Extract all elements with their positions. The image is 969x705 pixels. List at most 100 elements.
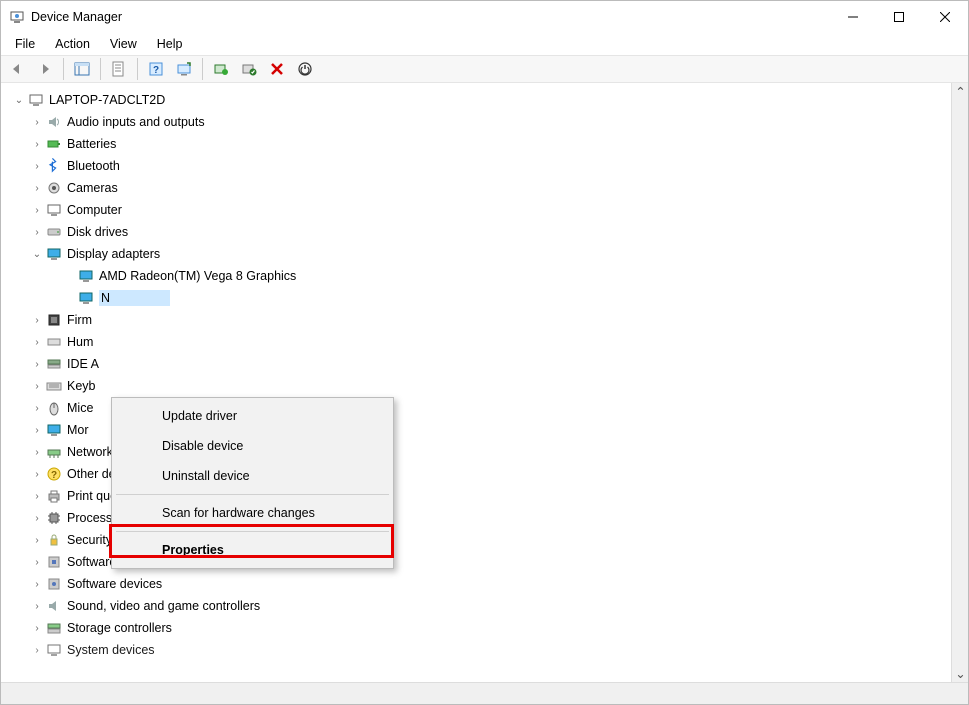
tree-item-selected-gpu[interactable]: N: [5, 287, 951, 309]
chevron-right-icon[interactable]: ›: [29, 576, 45, 592]
enable-device-toolbar-button[interactable]: [293, 57, 317, 81]
expander-icon[interactable]: ⌄: [11, 92, 27, 108]
tree-item-computer[interactable]: ›Computer: [5, 199, 951, 221]
chevron-right-icon[interactable]: ›: [29, 378, 45, 394]
properties-button[interactable]: [107, 57, 131, 81]
battery-icon: [45, 135, 63, 153]
tree-item-firmware[interactable]: ›Firm: [5, 309, 951, 331]
context-menu-separator: [116, 531, 389, 532]
tree-item-audio[interactable]: ›Audio inputs and outputs: [5, 111, 951, 133]
chevron-right-icon[interactable]: ›: [29, 642, 45, 658]
status-bar: [1, 682, 968, 704]
window-title: Device Manager: [31, 10, 122, 24]
chevron-right-icon[interactable]: ›: [29, 224, 45, 240]
menu-view[interactable]: View: [100, 35, 147, 53]
tree-root[interactable]: ⌄ LAPTOP-7ADCLT2D: [5, 89, 951, 111]
camera-icon: [45, 179, 63, 197]
close-button[interactable]: [922, 1, 968, 33]
tree-item-sound-video[interactable]: ›Sound, video and game controllers: [5, 595, 951, 617]
tree-item-cameras[interactable]: ›Cameras: [5, 177, 951, 199]
firmware-icon: [45, 311, 63, 329]
app-icon: [9, 9, 25, 25]
tree-item-display-adapters[interactable]: ⌄Display adapters: [5, 243, 951, 265]
tree-item-keyboards[interactable]: ›Keyb: [5, 375, 951, 397]
chevron-right-icon[interactable]: ›: [29, 554, 45, 570]
tree-item-disk-drives[interactable]: ›Disk drives: [5, 221, 951, 243]
display-icon: [77, 267, 95, 285]
keyboard-icon: [45, 377, 63, 395]
minimize-button[interactable]: [830, 1, 876, 33]
update-driver-toolbar-button[interactable]: [209, 57, 233, 81]
chevron-right-icon[interactable]: ›: [29, 598, 45, 614]
title-bar: Device Manager: [1, 1, 968, 33]
disable-device-toolbar-button[interactable]: [237, 57, 261, 81]
ctx-properties[interactable]: Properties: [114, 535, 391, 565]
computer-root-icon: [27, 91, 45, 109]
menu-bar: File Action View Help: [1, 33, 968, 55]
tree-item-amd-radeon[interactable]: AMD Radeon(TM) Vega 8 Graphics: [5, 265, 951, 287]
tree-root-label: LAPTOP-7ADCLT2D: [49, 93, 165, 107]
scan-hardware-button[interactable]: [172, 57, 196, 81]
forward-button[interactable]: [33, 57, 57, 81]
context-menu-separator: [116, 494, 389, 495]
menu-file[interactable]: File: [5, 35, 45, 53]
back-button[interactable]: [5, 57, 29, 81]
chevron-right-icon[interactable]: ›: [29, 312, 45, 328]
tree-item-bluetooth[interactable]: ›Bluetooth: [5, 155, 951, 177]
tree-item-system[interactable]: ›System devices: [5, 639, 951, 661]
uninstall-device-toolbar-button[interactable]: [265, 57, 289, 81]
display-icon: [77, 289, 95, 307]
display-icon: [45, 245, 63, 263]
chevron-right-icon[interactable]: ›: [29, 488, 45, 504]
help-button[interactable]: ?: [144, 57, 168, 81]
ctx-update-driver[interactable]: Update driver: [114, 401, 391, 431]
chevron-down-icon[interactable]: ⌄: [29, 246, 45, 262]
chevron-right-icon[interactable]: ›: [29, 532, 45, 548]
tree-item-software-devices[interactable]: ›Software devices: [5, 573, 951, 595]
mouse-icon: [45, 399, 63, 417]
maximize-button[interactable]: [876, 1, 922, 33]
device-tree[interactable]: ⌄ LAPTOP-7ADCLT2D ›Audio inputs and outp…: [1, 83, 951, 682]
ctx-scan-hardware[interactable]: Scan for hardware changes: [114, 498, 391, 528]
chevron-right-icon[interactable]: ›: [29, 400, 45, 416]
vertical-scrollbar[interactable]: ⌃ ⌄: [951, 83, 968, 682]
chevron-right-icon[interactable]: ›: [29, 136, 45, 152]
bluetooth-icon: [45, 157, 63, 175]
scroll-up-button[interactable]: ⌃: [952, 83, 969, 100]
chevron-right-icon[interactable]: ›: [29, 202, 45, 218]
chevron-right-icon[interactable]: ›: [29, 158, 45, 174]
tree-item-storage[interactable]: ›Storage controllers: [5, 617, 951, 639]
tree-item-ide[interactable]: ›IDE A: [5, 353, 951, 375]
chevron-right-icon[interactable]: ›: [29, 114, 45, 130]
chevron-right-icon[interactable]: ›: [29, 444, 45, 460]
chevron-right-icon[interactable]: ›: [29, 334, 45, 350]
menu-help[interactable]: Help: [147, 35, 193, 53]
software-device-icon: [45, 575, 63, 593]
svg-text:?: ?: [51, 470, 57, 481]
chevron-right-icon[interactable]: ›: [29, 180, 45, 196]
disk-icon: [45, 223, 63, 241]
security-icon: [45, 531, 63, 549]
svg-text:?: ?: [153, 65, 159, 76]
chevron-right-icon[interactable]: ›: [29, 422, 45, 438]
software-component-icon: [45, 553, 63, 571]
tree-item-batteries[interactable]: ›Batteries: [5, 133, 951, 155]
chevron-right-icon[interactable]: ›: [29, 510, 45, 526]
chevron-right-icon[interactable]: ›: [29, 620, 45, 636]
speaker-icon: [45, 113, 63, 131]
chevron-right-icon[interactable]: ›: [29, 466, 45, 482]
network-icon: [45, 443, 63, 461]
menu-action[interactable]: Action: [45, 35, 100, 53]
monitor-icon: [45, 421, 63, 439]
context-menu: Update driver Disable device Uninstall d…: [111, 397, 394, 569]
tree-item-hid[interactable]: ›Hum: [5, 331, 951, 353]
chevron-right-icon[interactable]: ›: [29, 356, 45, 372]
scroll-down-button[interactable]: ⌄: [952, 665, 969, 682]
device-manager-window: Device Manager File Action View Help ? ⌄: [0, 0, 969, 705]
ide-icon: [45, 355, 63, 373]
show-hide-tree-button[interactable]: [70, 57, 94, 81]
ctx-uninstall-device[interactable]: Uninstall device: [114, 461, 391, 491]
ctx-disable-device[interactable]: Disable device: [114, 431, 391, 461]
toolbar: ?: [1, 55, 968, 83]
system-icon: [45, 641, 63, 659]
